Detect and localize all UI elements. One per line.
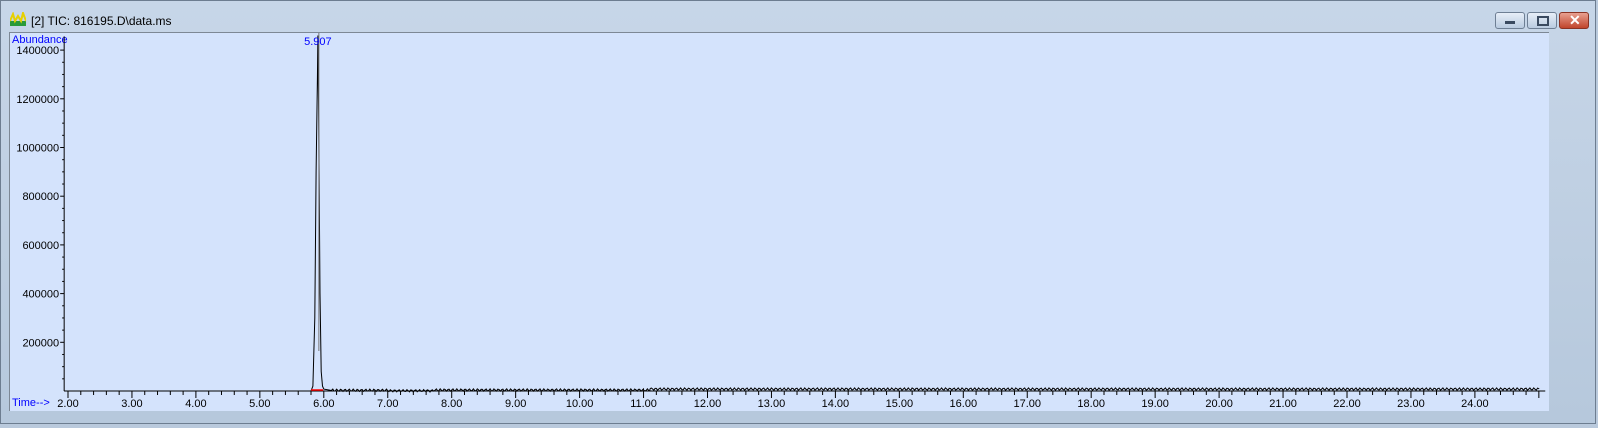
chromatogram-icon xyxy=(10,12,26,26)
x-tick-label: 4.00 xyxy=(185,398,206,410)
x-tick-label: 23.00 xyxy=(1397,398,1425,410)
x-tick-label: 16.00 xyxy=(950,398,978,410)
restore-icon xyxy=(1537,16,1549,26)
x-tick-label: 14.00 xyxy=(822,398,850,410)
x-tick-label: 2.00 xyxy=(57,398,78,410)
y-tick-label: 1400000 xyxy=(16,45,59,57)
window-title: [2] TIC: 816195.D\data.ms xyxy=(31,14,172,28)
peak-label: 5.907 xyxy=(304,36,332,48)
chromatogram-window: [2] TIC: 816195.D\data.ms ✕ Abundance Ti… xyxy=(0,0,1596,424)
y-tick-label: 400000 xyxy=(22,289,59,301)
x-tick-label: 5.00 xyxy=(249,398,270,410)
x-tick-label: 21.00 xyxy=(1269,398,1297,410)
y-tick-label: 1200000 xyxy=(16,94,59,106)
chromatogram-chart: Abundance Time--> 2000004000006000008000… xyxy=(12,33,1546,410)
x-tick-label: 9.00 xyxy=(505,398,526,410)
x-axis-label: Time--> xyxy=(12,397,50,409)
x-tick-label: 11.00 xyxy=(630,398,657,410)
title-bar[interactable]: [2] TIC: 816195.D\data.ms ✕ xyxy=(1,1,1595,33)
x-tick-label: 13.00 xyxy=(758,398,786,410)
close-button[interactable]: ✕ xyxy=(1559,12,1589,29)
x-tick-label: 8.00 xyxy=(441,398,462,410)
x-tick-label: 6.00 xyxy=(313,398,334,410)
chart-area: Abundance Time--> 200000 400000 600000 8000… xyxy=(9,32,1549,411)
x-tick-label: 22.00 xyxy=(1333,398,1361,410)
x-tick-label: 24.00 xyxy=(1461,398,1489,410)
y-tick-label: 200000 xyxy=(22,337,59,349)
y-tick-label: 600000 xyxy=(22,240,59,252)
x-tick-label: 3.00 xyxy=(121,398,142,410)
x-tick-label: 7.00 xyxy=(377,398,398,410)
x-tick-label: 10.00 xyxy=(566,398,594,410)
minimize-icon xyxy=(1505,21,1515,24)
x-tick-label: 18.00 xyxy=(1077,398,1105,410)
maximize-button[interactable] xyxy=(1527,12,1557,29)
x-tick-label: 15.00 xyxy=(886,398,914,410)
x-tick-label: 19.00 xyxy=(1141,398,1169,410)
x-tick-label: 12.00 xyxy=(694,398,722,410)
tic-trace xyxy=(64,35,1540,393)
close-icon: ✕ xyxy=(1569,12,1581,28)
y-tick-label: 800000 xyxy=(22,191,59,203)
y-tick-label: 1000000 xyxy=(16,143,59,155)
x-tick-label: 17.00 xyxy=(1013,398,1041,410)
x-tick-label: 20.00 xyxy=(1205,398,1233,410)
minimize-button[interactable] xyxy=(1495,12,1525,29)
